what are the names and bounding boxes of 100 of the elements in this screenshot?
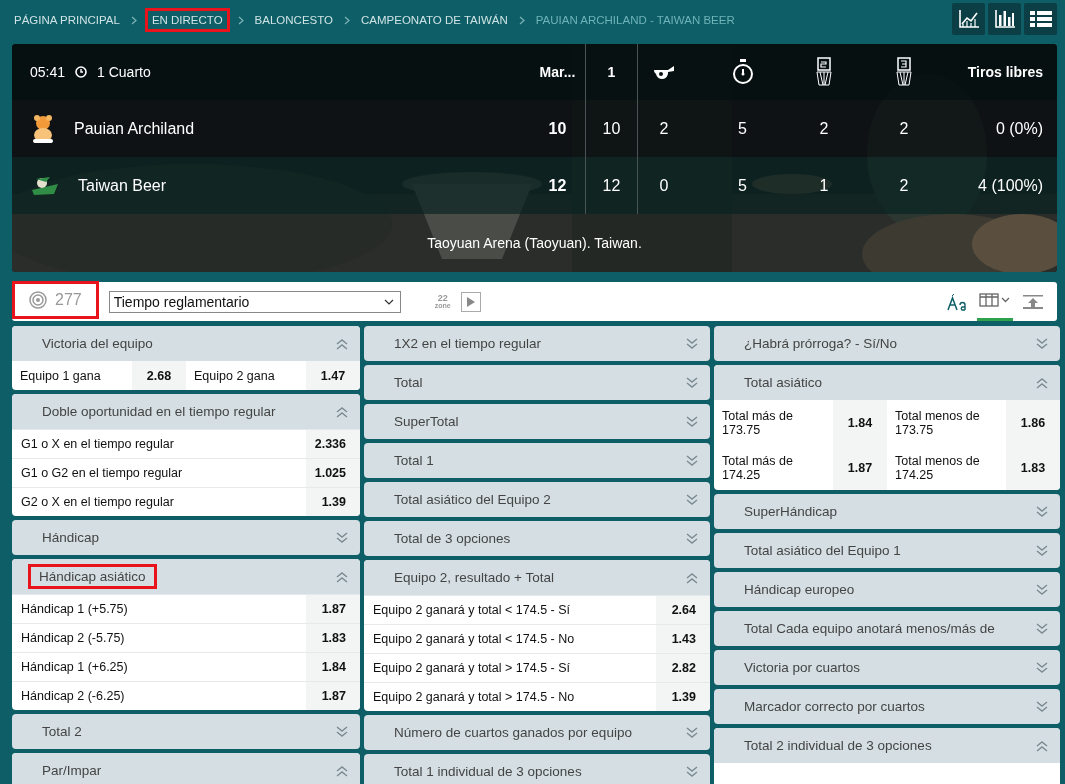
column-header: 1 [607, 64, 616, 80]
market-header[interactable]: Marcador correcto por cuartos [714, 689, 1060, 724]
market-header[interactable]: Total 2 [12, 714, 360, 749]
market-header[interactable]: Total de 3 opciones [364, 521, 710, 556]
market-header[interactable]: Equipo 2, resultado + Total [364, 560, 710, 595]
breadcrumb-link[interactable]: BALONCESTO [251, 8, 336, 32]
double-chevron-down-icon [336, 531, 348, 544]
markets-count: 277 [55, 290, 82, 309]
market-header[interactable]: 1X2 en el tiempo regular [364, 326, 710, 361]
bar-chart-button[interactable] [988, 3, 1021, 35]
odds-button[interactable]: 1.84 [306, 653, 360, 681]
score-value: 12 [602, 176, 621, 195]
bet-label: G1 o G2 en el tiempo regular [20, 465, 184, 482]
odds-button[interactable]: 1.83 [1006, 445, 1060, 490]
score-value: 12 [548, 176, 567, 195]
double-chevron-down-icon [1036, 622, 1048, 635]
market-header[interactable]: Doble oportunidad en el tiempo regular [12, 394, 360, 429]
odds-button[interactable]: 1.87 [306, 682, 360, 710]
bar-chart-icon [993, 9, 1016, 29]
double-chevron-down-icon [686, 376, 698, 389]
score-value: 0 [659, 176, 669, 195]
bet-label: Equipo 2 ganará y total > 174.5 - Sí [372, 660, 571, 677]
play-icon [466, 296, 475, 307]
odds-button[interactable]: 1.87 [306, 595, 360, 623]
team-name: Taiwan Beer [78, 176, 167, 195]
breadcrumb-link[interactable]: CAMPEONATO DE TAIWÁN [358, 8, 511, 32]
odds-button[interactable]: 2.64 [656, 596, 710, 624]
double-chevron-down-icon [1036, 583, 1048, 596]
scroll-top-icon[interactable] [1023, 294, 1043, 309]
market-header[interactable]: Total Cada equipo anotará menos/más de [714, 611, 1060, 646]
columns-icon [979, 293, 1011, 307]
double-chevron-down-icon [686, 765, 698, 778]
odds-button[interactable]: 1.43 [656, 625, 710, 653]
market-header[interactable]: Total [364, 365, 710, 400]
bet-label: Hándicap 2 (-5.75) [20, 630, 126, 647]
market-header[interactable]: Hándicap [12, 520, 360, 555]
chevron-icon [130, 15, 137, 25]
odds-button[interactable]: 2.336 [306, 430, 360, 458]
market-header[interactable]: Número de cuartos ganados por equipo [364, 715, 710, 750]
market-header[interactable]: Total 1 individual de 3 opciones [364, 754, 710, 784]
double-chevron-up-icon [686, 571, 698, 584]
odds-button[interactable]: 1.87 [833, 445, 887, 490]
market-header[interactable]: Victoria por cuartos [714, 650, 1060, 685]
team-name: Pauian Archiland [74, 119, 195, 138]
market-header[interactable]: SuperHándicap [714, 494, 1060, 529]
list-view-button[interactable] [1024, 3, 1057, 35]
odds-button[interactable]: 1.39 [656, 683, 710, 711]
period-select[interactable]: Tiempo reglamentario [108, 290, 401, 313]
market-header[interactable]: Par/Impar [12, 753, 360, 784]
market-header[interactable]: Hándicap europeo [714, 572, 1060, 607]
bet-label: Total más de 173.75 [721, 407, 794, 439]
score-value: 10 [548, 119, 567, 138]
market-header[interactable]: ¿Habrá prórroga? - Sí/No [714, 326, 1060, 361]
stopwatch-icon [731, 59, 754, 85]
period-label: 1 Cuarto [97, 64, 151, 80]
market-header[interactable]: Victoria del equipo [12, 326, 360, 361]
score-value: 2 [819, 119, 829, 138]
odds-button[interactable]: 1.86 [1006, 400, 1060, 445]
bet-label: Equipo 2 ganará y total < 174.5 - Sí [372, 602, 571, 619]
double-chevron-up-icon [336, 764, 348, 777]
column-header: Tiros libres [967, 64, 1043, 80]
columns-toggle[interactable] [977, 293, 1013, 321]
double-chevron-down-icon [336, 725, 348, 738]
bet-label: Hándicap 1 (+5.75) [20, 601, 129, 618]
odds-button[interactable]: 1.84 [833, 400, 887, 445]
market-header[interactable]: Total 1 [364, 443, 710, 478]
breadcrumb-link[interactable]: PÁGINA PRINCIPAL [11, 8, 123, 32]
bet-label: G2 o X en el tiempo regular [20, 494, 175, 511]
column-header: Mar... [539, 64, 576, 80]
chevron-icon [344, 15, 350, 25]
breadcrumb-link[interactable]: EN DIRECTO [144, 8, 230, 32]
match-time: 05:41 [30, 64, 66, 80]
font-size-icon[interactable] [947, 292, 967, 311]
chevron-icon [518, 15, 525, 25]
basket-icon [816, 57, 832, 87]
odds-button[interactable]: 1.83 [306, 624, 360, 652]
score-value: 5 [738, 119, 747, 138]
market-header[interactable]: SuperTotal [364, 404, 710, 439]
double-chevron-down-icon [1036, 661, 1048, 674]
odds-button[interactable]: 1.47 [306, 361, 360, 390]
team-logo-icon [30, 113, 56, 144]
play-button[interactable] [460, 291, 481, 312]
market-header[interactable]: Total asiático [714, 365, 1060, 400]
bet-label: G1 o X en el tiempo regular [20, 436, 175, 453]
odds-button[interactable]: 1.025 [306, 459, 360, 487]
line-chart-icon [957, 9, 980, 29]
target-icon [29, 290, 47, 309]
score-value: 2 [899, 119, 909, 138]
odds-button[interactable]: 2.82 [656, 654, 710, 682]
market-header[interactable]: Total 2 individual de 3 opciones [714, 728, 1060, 763]
market-header[interactable]: Hándicap asiático [12, 559, 360, 594]
market-header[interactable]: Total asiático del Equipo 2 [364, 482, 710, 517]
odds-button[interactable]: 1.39 [306, 488, 360, 516]
bet-label: Equipo 2 ganará y total > 174.5 - No [372, 689, 576, 706]
odds-button[interactable]: 2.68 [132, 361, 186, 390]
chart-icon-button[interactable] [952, 3, 985, 35]
double-chevron-up-icon [336, 570, 348, 583]
market-header[interactable]: Total asiático del Equipo 1 [714, 533, 1060, 568]
chevron-icon [237, 15, 244, 25]
team-logo-icon [30, 175, 60, 196]
